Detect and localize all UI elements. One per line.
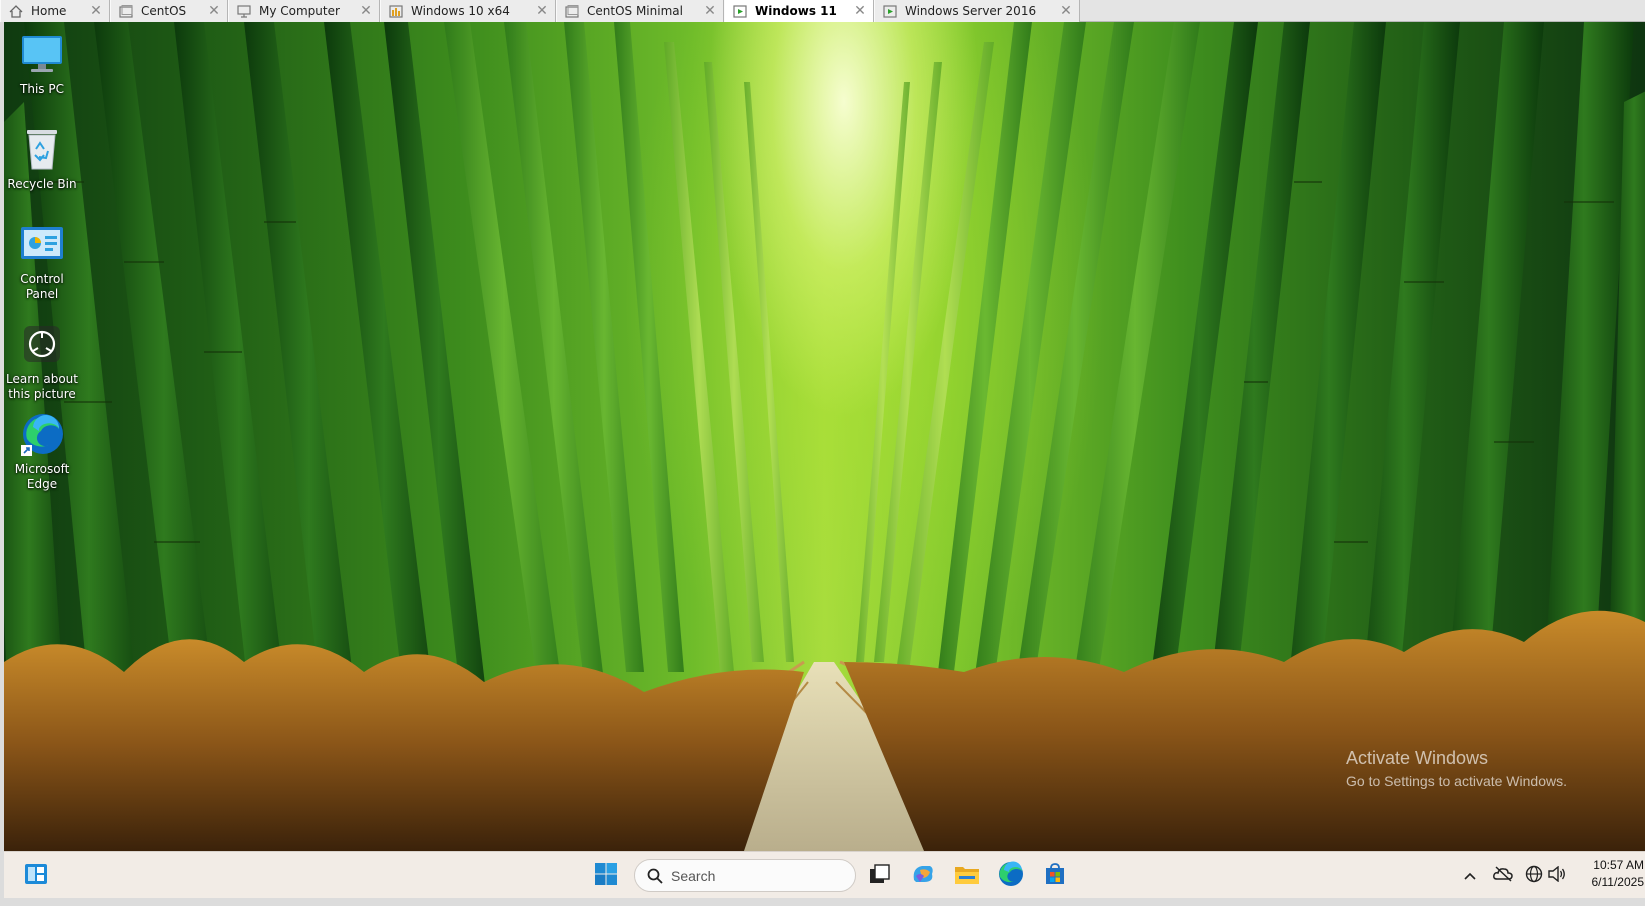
copilot-icon xyxy=(910,862,936,890)
store-icon xyxy=(1043,862,1067,890)
taskbar-clock[interactable]: 10:57 AM 6/11/2025 xyxy=(1576,857,1645,891)
desktop-icon-learn-about-picture[interactable]: Learn about this picture xyxy=(6,320,78,402)
vm-tab-bar: Home ✕ CentOS ✕ My Computer ✕ Windows 10… xyxy=(0,0,1645,22)
taskbar: Search 10:57 AM 6/11/2025 xyxy=(4,851,1645,898)
task-view-icon xyxy=(869,864,891,888)
clock-date: 6/11/2025 xyxy=(1591,875,1645,889)
network-button[interactable] xyxy=(1522,864,1546,888)
close-icon[interactable]: ✕ xyxy=(533,3,551,19)
desktop-icon-microsoft-edge[interactable]: Microsoft Edge xyxy=(6,410,78,492)
this-pc-icon xyxy=(18,30,66,78)
tab-label: Windows Server 2016 xyxy=(905,4,1037,18)
volume-button[interactable] xyxy=(1545,864,1569,888)
tab-windows-11[interactable]: Windows 11 ✕ xyxy=(724,0,874,22)
close-icon[interactable]: ✕ xyxy=(87,3,105,19)
file-explorer-button[interactable] xyxy=(949,858,985,894)
search-icon xyxy=(647,868,663,884)
close-icon[interactable]: ✕ xyxy=(1057,3,1075,19)
desktop-icon-label: Microsoft Edge xyxy=(14,462,70,491)
desktop[interactable]: This PC Recycle Bin Control Panel Learn … xyxy=(4,22,1645,851)
desktop-icon-label: This PC xyxy=(20,82,64,96)
watermark-subtitle: Go to Settings to activate Windows. xyxy=(1346,773,1567,789)
network-icon xyxy=(1525,865,1543,887)
tab-label: Windows 11 xyxy=(755,4,837,18)
file-explorer-icon xyxy=(954,863,980,889)
volume-icon xyxy=(1548,865,1566,886)
close-icon[interactable]: ✕ xyxy=(851,3,869,19)
start-icon xyxy=(594,862,618,890)
desktop-icon-this-pc[interactable]: This PC xyxy=(6,30,78,97)
vm-running-icon xyxy=(733,4,747,18)
tab-home[interactable]: Home ✕ xyxy=(0,0,110,22)
recycle-bin-icon xyxy=(18,125,66,173)
vm-icon xyxy=(119,4,133,18)
tab-label: Home xyxy=(31,4,67,18)
desktop-icon-label: Control Panel xyxy=(20,272,64,301)
close-icon[interactable]: ✕ xyxy=(701,3,719,19)
tab-centos[interactable]: CentOS ✕ xyxy=(110,0,228,22)
vm-running-icon xyxy=(389,4,403,18)
taskbar-search-box[interactable]: Search xyxy=(634,859,856,892)
computer-icon xyxy=(237,4,251,18)
start-button[interactable] xyxy=(588,858,624,894)
desktop-icon-label: Learn about this picture xyxy=(6,372,78,401)
tab-label: My Computer xyxy=(259,4,340,18)
close-icon[interactable]: ✕ xyxy=(205,3,223,19)
edge-taskbar-button[interactable] xyxy=(993,858,1029,894)
home-icon xyxy=(9,4,23,18)
tab-centos-minimal[interactable]: CentOS Minimal ✕ xyxy=(556,0,724,22)
search-placeholder: Search xyxy=(671,867,716,884)
tab-windows-server-2016[interactable]: Windows Server 2016 ✕ xyxy=(874,0,1080,22)
control-panel-icon xyxy=(18,220,66,268)
task-view-button[interactable] xyxy=(862,858,898,894)
vm-window-border xyxy=(0,898,1645,906)
onedrive-status-button[interactable] xyxy=(1491,864,1515,888)
widgets-icon xyxy=(24,863,48,889)
chevron-up-icon xyxy=(1464,868,1476,884)
vm-running-icon xyxy=(883,4,897,18)
vm-icon xyxy=(565,4,579,18)
desktop-icon-label: Recycle Bin xyxy=(7,177,77,191)
watermark-title: Activate Windows xyxy=(1346,748,1489,768)
edge-icon xyxy=(18,410,66,458)
wallpaper-image xyxy=(4,22,1645,851)
learn-about-picture-icon xyxy=(18,320,66,368)
store-button[interactable] xyxy=(1037,858,1073,894)
desktop-icon-recycle-bin[interactable]: Recycle Bin xyxy=(6,125,78,192)
widgets-button[interactable] xyxy=(18,858,54,894)
close-icon[interactable]: ✕ xyxy=(357,3,375,19)
onedrive-offline-icon xyxy=(1493,866,1513,886)
tab-windows-10-x64[interactable]: Windows 10 x64 ✕ xyxy=(380,0,556,22)
copilot-button[interactable] xyxy=(905,858,941,894)
activate-windows-watermark: Activate Windows Go to Settings to activ… xyxy=(1346,747,1567,790)
desktop-icon-control-panel[interactable]: Control Panel xyxy=(6,220,78,302)
clock-time: 10:57 AM xyxy=(1593,858,1644,872)
edge-icon xyxy=(998,861,1024,891)
tab-label: CentOS Minimal xyxy=(587,4,683,18)
tab-label: CentOS xyxy=(141,4,187,18)
show-hidden-icons-button[interactable] xyxy=(1458,864,1482,888)
tab-my-computer[interactable]: My Computer ✕ xyxy=(228,0,380,22)
tab-label: Windows 10 x64 xyxy=(411,4,510,18)
